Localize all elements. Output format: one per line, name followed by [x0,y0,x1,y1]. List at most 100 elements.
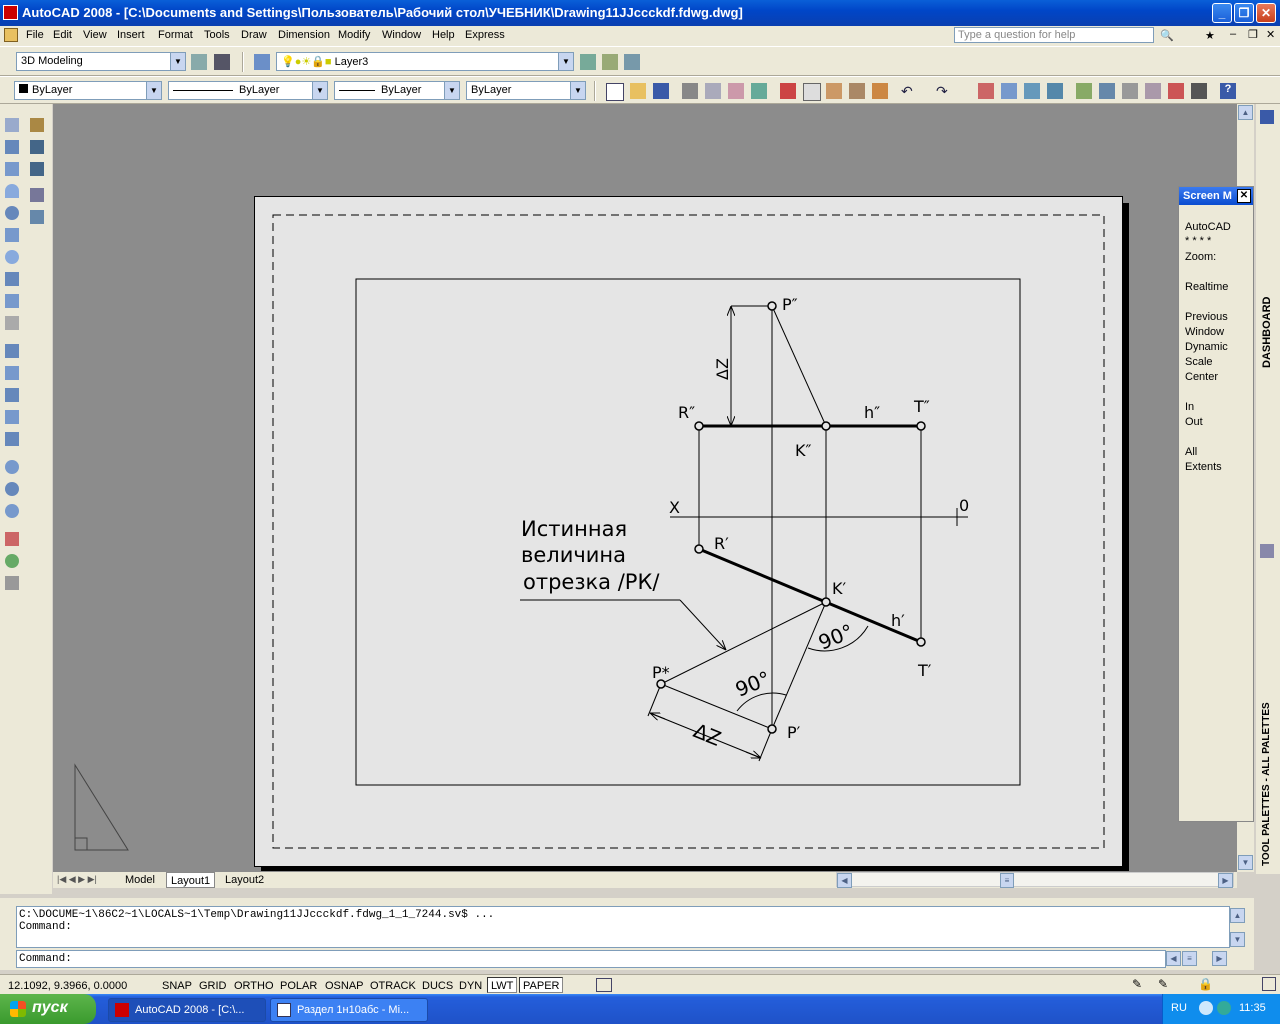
task-label: Раздел 1н10абс - Mi... [297,1004,410,1016]
screen-menu-item[interactable]: Window [1185,326,1224,338]
label-x: X [669,498,680,517]
dz2-extension-2 [758,728,773,762]
point-k1 [821,597,831,607]
cmd-scroll-thumb[interactable]: ≡ [1182,951,1197,966]
point-r2 [694,421,704,431]
command-prompt: Command: [19,953,72,965]
close-icon[interactable]: ✕ [1237,189,1251,203]
tab-layout1[interactable]: Layout1 [166,872,216,888]
dz2-arrow-right [745,752,761,758]
tab-layout2[interactable]: Layout2 [221,872,268,888]
dz2-arrow-left [650,713,666,719]
label-origin: 0 [959,496,969,515]
tab-nav-arrows-icon[interactable]: |◀ ◀ ▶ ▶| [57,874,97,885]
scroll-down-icon[interactable]: ▼ [1238,855,1253,870]
label-k1: K′ [832,579,846,598]
note-line-2: величина [521,543,626,567]
screen-menu-item[interactable]: Scale [1185,356,1213,368]
start-button[interactable]: пуск [0,994,96,1024]
tray-app-icon[interactable] [1217,1001,1231,1015]
horizontal-scrollbar[interactable]: ◀ ≡ ▶ [836,872,1234,888]
snap-toggle[interactable]: SNAP [158,977,196,993]
word-document-icon [277,1003,291,1017]
label-dz-top: ΔZ [713,358,732,380]
label-pstar: P* [652,663,670,682]
taskbar-item-word[interactable]: Раздел 1н10абс - Mi... [270,998,428,1022]
screen-menu-item[interactable]: Realtime [1185,281,1228,293]
horizontal-h1-line [698,547,922,644]
layout-tabs-bar: |◀ ◀ ▶ ▶| Model Layout1 Layout2 ◀ ≡ ▶ [53,872,1237,888]
tray-arrow-icon[interactable] [1199,1001,1213,1015]
tool-palettes-icon[interactable] [1260,544,1274,558]
clean-screen-icon[interactable] [1262,977,1276,991]
dz2-extension-1 [647,683,662,717]
screen-menu-item[interactable]: AutoCAD [1185,221,1231,233]
screen-menu-item[interactable]: All [1185,446,1197,458]
label-t2: T″ [913,397,930,416]
annotation-icon[interactable]: ✎ [1158,977,1168,991]
lock-icon[interactable]: 🔒 [1198,977,1213,991]
clock[interactable]: 11:35 [1239,1002,1266,1014]
label-p2: P″ [782,295,798,314]
coordinates-readout[interactable]: 12.1092, 9.3966, 0.0000 [4,977,154,993]
screen-menu-item[interactable]: Out [1185,416,1203,428]
command-history-line: Command: [19,921,72,933]
cmd-scroll-down-icon[interactable]: ▼ [1230,932,1245,947]
cmd-scroll-up-icon[interactable]: ▲ [1230,908,1245,923]
note-line-3: отрезка /РК/ [523,570,660,594]
osnap-toggle[interactable]: OSNAP [321,977,368,993]
ucs-icon [74,763,129,851]
screen-menu-item[interactable]: Zoom: [1185,251,1216,263]
viewport-frame [355,278,1021,786]
printable-area-border [272,214,1105,849]
scroll-left-icon[interactable]: ◀ [837,873,852,888]
tab-model[interactable]: Model [121,872,159,888]
screen-menu-item[interactable]: In [1185,401,1194,413]
cmd-scroll-left-icon[interactable]: ◀ [1166,951,1181,966]
otrack-toggle[interactable]: OTRACK [366,977,420,993]
scroll-thumb[interactable]: ≡ [1000,873,1014,888]
screen-menu-item[interactable]: Dynamic [1185,341,1228,353]
task-label: AutoCAD 2008 - [C:\... [135,1004,245,1016]
taskbar-item-autocad[interactable]: AutoCAD 2008 - [C:\... [108,998,266,1022]
dashboard-strip: DASHBOARD TOOL PALETTES - ALL PALETTES [1256,104,1280,874]
cmd-scroll-right-icon[interactable]: ▶ [1212,951,1227,966]
true-length-line [660,601,827,685]
system-tray: RU 11:35 [1162,994,1280,1024]
command-history: C:\DOCUME~1\86C2~1\LOCALS~1\Temp\Drawing… [16,906,1230,948]
communication-center-icon[interactable]: ✎ [1132,977,1142,991]
ortho-toggle[interactable]: ORTHO [230,977,278,993]
autocad-icon [115,1003,129,1017]
screen-menu-palette: Screen M ✕ AutoCAD * * * * Zoom: Realtim… [1178,186,1254,822]
label-angle-2: 90° [815,619,857,655]
label-r2: R″ [678,403,695,422]
grid-toggle[interactable]: GRID [195,977,231,993]
label-angle-1: 90° [732,666,774,702]
screen-menu-item[interactable]: Extents [1185,461,1222,473]
dashboard-label[interactable]: DASHBOARD [1261,297,1273,369]
language-indicator[interactable]: RU [1171,1002,1187,1014]
ducs-toggle[interactable]: DUCS [418,977,457,993]
dyn-toggle[interactable]: DYN [455,977,486,993]
point-t1 [916,637,926,647]
command-input[interactable]: Command: [16,950,1166,968]
label-h2: h″ [864,403,880,422]
screen-menu-item[interactable]: Center [1185,371,1218,383]
paper-toggle[interactable]: PAPER [519,977,564,993]
point-k2 [821,421,831,431]
maximize-viewport-icon[interactable] [596,978,612,992]
start-label: пуск [32,999,68,1016]
label-dz-bottom: ΔZ [690,718,724,751]
label-p1: P′ [787,723,801,742]
label-t1: T′ [917,661,932,680]
polar-toggle[interactable]: POLAR [276,977,321,993]
screen-menu-item[interactable]: * * * * [1185,235,1211,247]
p1-k1-line [771,601,827,730]
screen-menu-item[interactable]: Previous [1185,311,1228,323]
label-h1: h′ [891,611,905,630]
scroll-right-icon[interactable]: ▶ [1218,873,1233,888]
lwt-toggle[interactable]: LWT [487,977,518,993]
dashboard-icon[interactable] [1260,110,1274,124]
scroll-up-icon[interactable]: ▲ [1238,105,1253,120]
tool-palettes-label[interactable]: TOOL PALETTES - ALL PALETTES [1261,702,1272,866]
